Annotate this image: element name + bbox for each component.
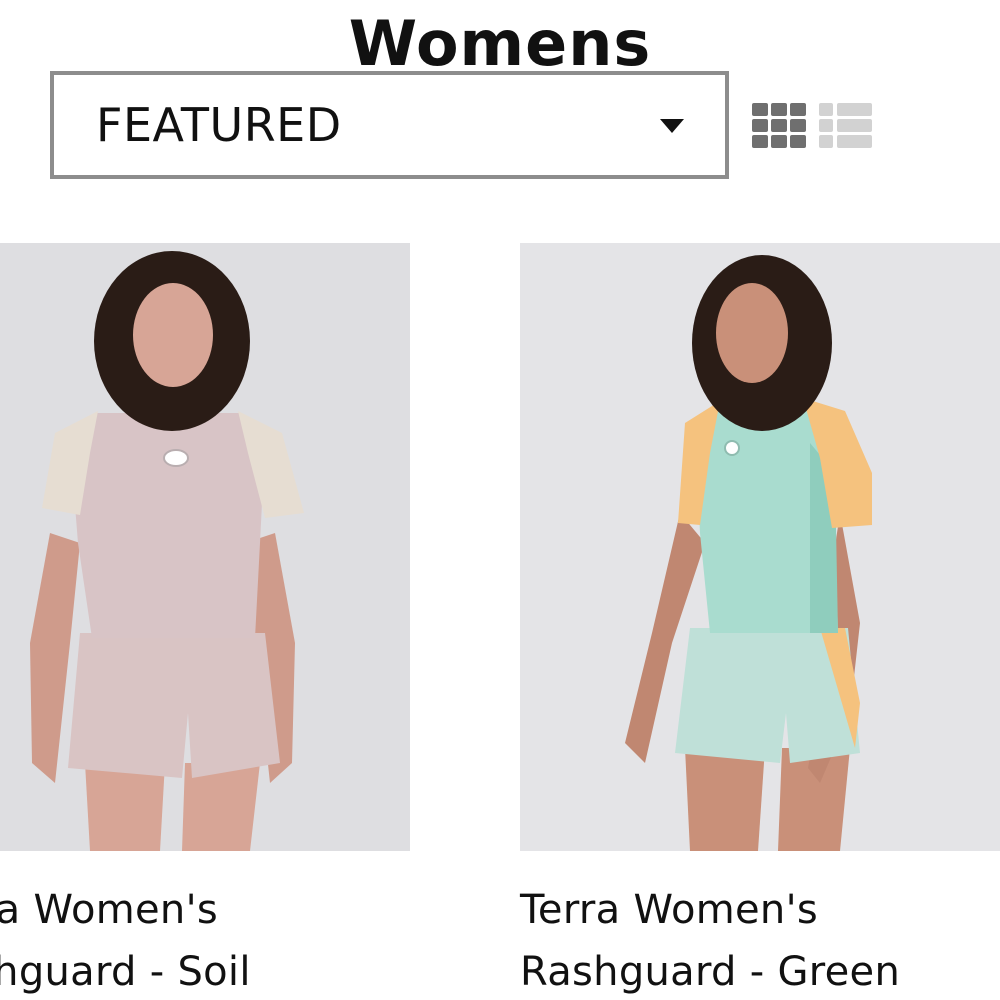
- caret-down-icon: [660, 119, 684, 133]
- sort-dropdown[interactable]: FEATURED: [50, 71, 729, 179]
- product-name[interactable]: Terra Women's Rashguard - Soil: [0, 879, 440, 1000]
- product-image[interactable]: [520, 243, 1000, 851]
- product-image[interactable]: [0, 243, 410, 851]
- grid-view-icon[interactable]: [752, 103, 806, 148]
- list-view-icon[interactable]: [819, 103, 872, 148]
- collection-page: Womens FEATURED a Women's hguard - Soil …: [0, 0, 1000, 1000]
- product-name[interactable]: Terra Women's Rashguard - Green: [520, 879, 1000, 1000]
- product-shorts: [68, 633, 280, 778]
- sort-selected-value: FEATURED: [96, 98, 342, 152]
- product-shirt: [70, 413, 265, 638]
